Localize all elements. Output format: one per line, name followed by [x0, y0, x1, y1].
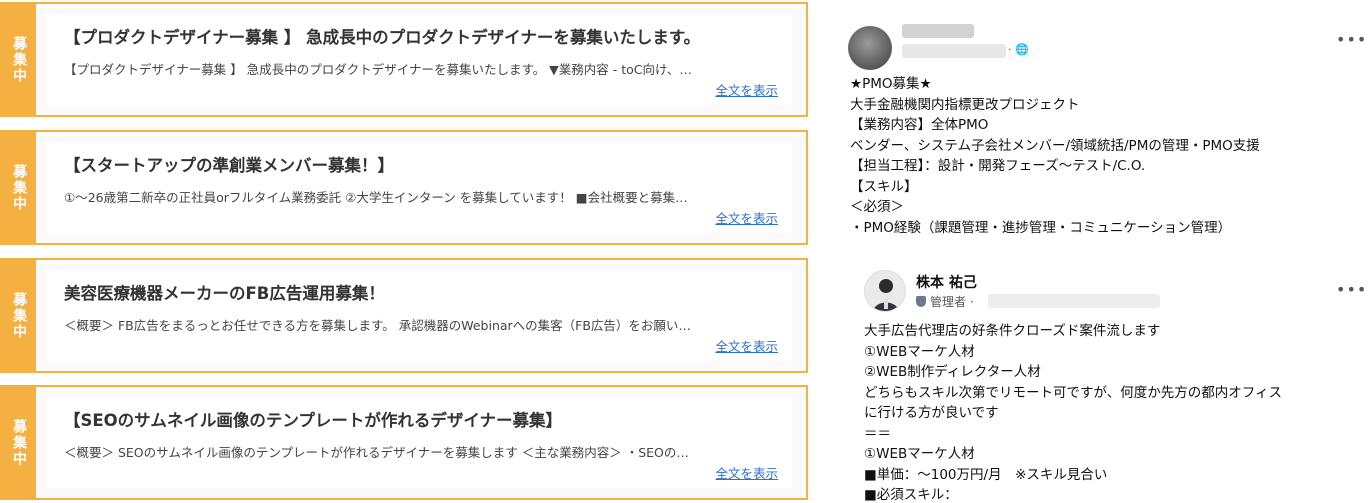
globe-icon: · 🌐 [1008, 43, 1029, 56]
recruiting-tag: 募集中 [2, 260, 36, 371]
job-title[interactable]: 【プロダクトデザイナー募集 】 急成長中のプロダクトデザイナーを募集いたします。 [64, 24, 778, 48]
author-name[interactable]: 株本 祐己 [916, 272, 977, 292]
job-title[interactable]: 【スタートアップの準創業メンバー募集！】 [64, 152, 778, 176]
job-card[interactable]: 募集中 【プロダクトデザイナー募集 】 急成長中のプロダクトデザイナーを募集いた… [0, 2, 808, 117]
job-card[interactable]: 募集中 【スタートアップの準創業メンバー募集！】 ①～26歳第二新卒の正社員or… [0, 130, 808, 245]
author-name-redacted [902, 24, 974, 38]
admin-role: 管理者 · [916, 293, 974, 310]
more-options-icon[interactable]: ••• [1336, 280, 1367, 299]
recruiting-tag: 募集中 [2, 4, 36, 115]
show-full-text-link[interactable]: 全文を表示 [715, 208, 778, 227]
recruiting-tag: 募集中 [2, 132, 36, 243]
avatar[interactable] [848, 26, 892, 70]
post-feed: · 🌐 ••• ★PMO募集★ 大手金融機関内指標更改プロジェクト 【業務内容】… [836, 0, 1368, 503]
job-card[interactable]: 募集中 美容医療機器メーカーのFB広告運用募集！ ＜概要＞ FB広告をまるっとお… [0, 258, 808, 373]
avatar[interactable] [864, 270, 906, 312]
post-meta-redacted [988, 294, 1160, 308]
job-title[interactable]: 【SEOのサムネイル画像のテンプレートが作れるデザイナー募集】 [64, 407, 778, 431]
show-full-text-link[interactable]: 全文を表示 [715, 80, 778, 99]
recruiting-tag: 募集中 [2, 387, 36, 498]
job-list: 募集中 【プロダクトデザイナー募集 】 急成長中のプロダクトデザイナーを募集いた… [0, 0, 808, 503]
post-body: 大手広告代理店の好条件クローズド案件流します ①WEBマーケ人材 ②WEB制作デ… [864, 323, 1282, 503]
show-full-text-link[interactable]: 全文を表示 [715, 463, 778, 482]
job-description: ＜概要＞ FB広告をまるっとお任せできる方を募集します。 承認機器のWebina… [64, 318, 691, 333]
job-description: ①～26歳第二新卒の正社員orフルタイム業務委託 ②大学生インターン を募集して… [64, 190, 688, 205]
job-card[interactable]: 募集中 【SEOのサムネイル画像のテンプレートが作れるデザイナー募集】 ＜概要＞… [0, 385, 808, 500]
job-title[interactable]: 美容医療機器メーカーのFB広告運用募集！ [64, 280, 778, 304]
more-options-icon[interactable]: ••• [1336, 30, 1367, 49]
job-description: 【プロダクトデザイナー募集 】 急成長中のプロダクトデザイナーを募集いたします。… [64, 62, 692, 77]
shield-icon [916, 296, 926, 307]
post-meta-redacted [902, 44, 1006, 58]
job-description: ＜概要＞ SEOのサムネイル画像のテンプレートが作れるデザイナーを募集します ＜… [64, 445, 689, 460]
post-body: ★PMO募集★ 大手金融機関内指標更改プロジェクト 【業務内容】全体PMO ベン… [850, 76, 1260, 236]
show-full-text-link[interactable]: 全文を表示 [715, 336, 778, 355]
